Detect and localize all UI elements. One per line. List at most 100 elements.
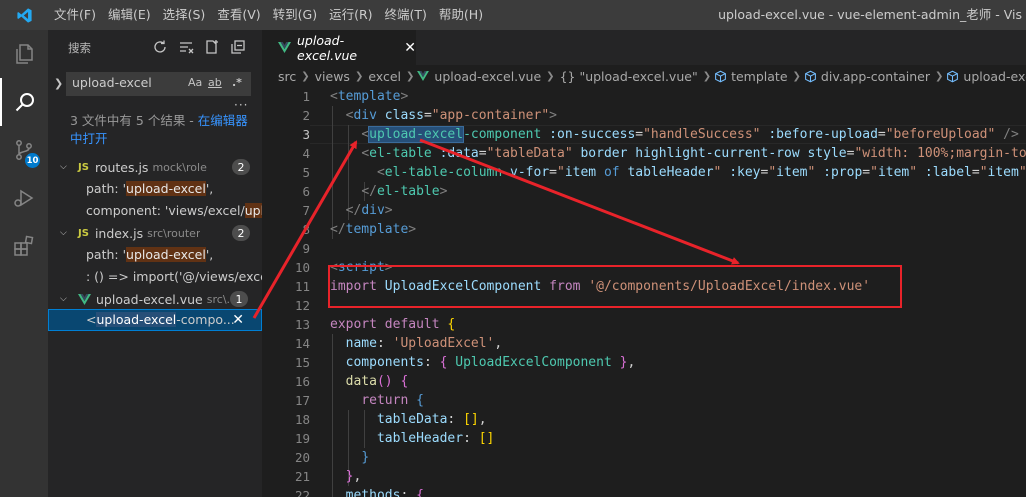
breadcrumb-div[interactable]: div.app-container [819,69,932,84]
collapse-all-icon[interactable] [230,39,246,55]
result-file-index-js[interactable]: ⌵ JS index.js src\router 2 [48,222,262,244]
activity-bar: 10 [0,30,48,497]
source-control-icon[interactable]: 10 [0,126,48,174]
code-line-8: </template> [330,222,417,237]
code-line-14: name: 'UploadExcel', [345,336,503,351]
new-search-editor-icon[interactable] [204,39,220,55]
toggle-replace-chevron-icon[interactable]: ❯ [54,77,63,90]
tab-upload-excel-vue[interactable]: upload-excel.vue ✕ [262,30,416,65]
chevron-down-icon: ⌵ [60,294,67,304]
js-file-icon: JS [78,227,89,239]
code-line-6: </el-table> [361,184,448,199]
menu-terminal[interactable]: 终端(T) [379,0,433,30]
symbol-cube-icon [946,70,959,83]
result-summary: 3 文件中有 5 个结果 - 在编辑器中打开 [70,112,258,148]
js-file-icon: JS [78,161,89,173]
explorer-icon[interactable] [0,30,48,78]
line-number: 15 [294,355,310,370]
scm-badge: 10 [25,153,40,168]
extensions-icon[interactable] [0,222,48,270]
breadcrumb-file[interactable]: upload-excel.vue [432,69,543,84]
search-icon[interactable] [0,78,48,126]
line-number: 9 [302,241,310,256]
chevron-right-icon: ❯ [406,70,415,82]
menu-file[interactable]: 文件(F) [48,0,102,30]
result-summary-text: 3 文件中有 5 个结果 - [70,113,198,128]
match-case-toggle[interactable]: Aa [188,76,202,89]
breadcrumb-module[interactable]: {} "upload-excel.vue" [558,69,700,84]
refresh-icon[interactable] [152,39,168,55]
tab-bar: upload-excel.vue ✕ [262,30,1026,65]
line-number: 21 [294,469,310,484]
result-file-routes-js[interactable]: ⌵ JS routes.js mock\role 2 [48,156,262,178]
menu-view[interactable]: 查看(V) [211,0,266,30]
match-line-selected[interactable]: <upload-excel-compo... ✕ [48,309,262,331]
regex-toggle[interactable]: .* [232,76,242,89]
line-number: 7 [302,203,310,218]
match-highlight: upload-excel [126,181,206,196]
match-count-badge: 2 [232,159,250,175]
match-line[interactable]: path: 'upload-excel', [48,178,262,200]
run-debug-icon[interactable] [0,174,48,222]
file-name: routes.js [94,159,149,175]
search-input[interactable] [72,75,172,90]
menu-selection[interactable]: 选择(S) [157,0,212,30]
dismiss-result-icon[interactable]: ✕ [232,309,244,331]
code-line-5: <el-table-column v-for="item of tableHea… [376,165,1026,180]
menu-go[interactable]: 转到(G) [267,0,323,30]
clear-results-icon[interactable] [178,39,194,55]
match-highlight: upl [244,203,262,218]
match-line[interactable]: path: 'upload-excel', [48,244,262,266]
match-line[interactable]: : () => import('@/views/exce... [48,266,262,288]
result-file-upload-excel-vue[interactable]: ⌵ upload-excel.vue src\... 1 [48,288,262,310]
code-line-22: methods: { [345,488,424,497]
match-count-badge: 1 [230,291,248,307]
line-number: 6 [302,184,310,199]
breadcrumb-views[interactable]: views [313,69,352,84]
search-box: Aa ab .* [66,72,251,96]
menu-edit[interactable]: 编辑(E) [102,0,157,30]
code-line-7: </div> [345,203,393,218]
title-bar: 文件(F) 编辑(E) 选择(S) 查看(V) 转到(G) 运行(R) 终端(T… [0,0,1026,30]
match-line[interactable]: component: 'views/excel/upl... [48,200,262,222]
file-name: index.js [94,225,144,241]
breadcrumb-excel[interactable]: excel [366,69,403,84]
vue-file-icon [417,71,430,81]
menu-run[interactable]: 运行(R) [323,0,378,30]
vue-file-icon [278,42,291,53]
search-sidebar: 搜索 ❯ Aa ab .* ··· 3 文件中有 5 个结果 - 在编辑器中打开… [48,30,262,497]
line-number: 4 [302,146,310,161]
line-number: 20 [294,450,310,465]
match-text: ', [205,247,214,262]
breadcrumb-template[interactable]: template [729,69,789,84]
file-path: mock\role [152,160,207,174]
breadcrumb: src ❯ views ❯ excel ❯ upload-excel.vue ❯… [262,65,1026,87]
breadcrumb-component[interactable]: upload-excel-comp [961,69,1026,84]
match-text: ', [205,181,214,196]
match-text: < [86,312,97,327]
close-tab-icon[interactable]: ✕ [404,40,416,56]
code-line-20: } [361,450,370,465]
code-line-1: <template> [330,89,409,104]
code-line-16: data() { [345,374,409,389]
line-number: 17 [294,393,310,408]
match-highlight: upload-excel [126,247,206,262]
sidebar-title: 搜索 [68,41,91,55]
code-line-3: <upload-excel-component :on-success="han… [361,126,1019,143]
more-options-icon[interactable]: ··· [234,98,248,112]
match-highlight: upload-excel [96,312,177,327]
line-number: 12 [294,298,310,313]
line-number: 11 [294,279,310,294]
whole-word-toggle[interactable]: ab [208,76,222,89]
menu-help[interactable]: 帮助(H) [433,0,489,30]
match-text: path: ' [86,181,127,196]
chevron-right-icon: ❯ [354,70,364,82]
file-name: upload-excel.vue [96,291,203,307]
breadcrumb-src[interactable]: src [276,69,298,84]
line-number: 16 [294,374,310,389]
line-number: 1 [302,89,310,104]
annotation-highlight-box [328,265,902,308]
tab-label: upload-excel.vue [297,32,358,63]
line-number: 19 [294,431,310,446]
chevron-down-icon: ⌵ [60,228,67,238]
